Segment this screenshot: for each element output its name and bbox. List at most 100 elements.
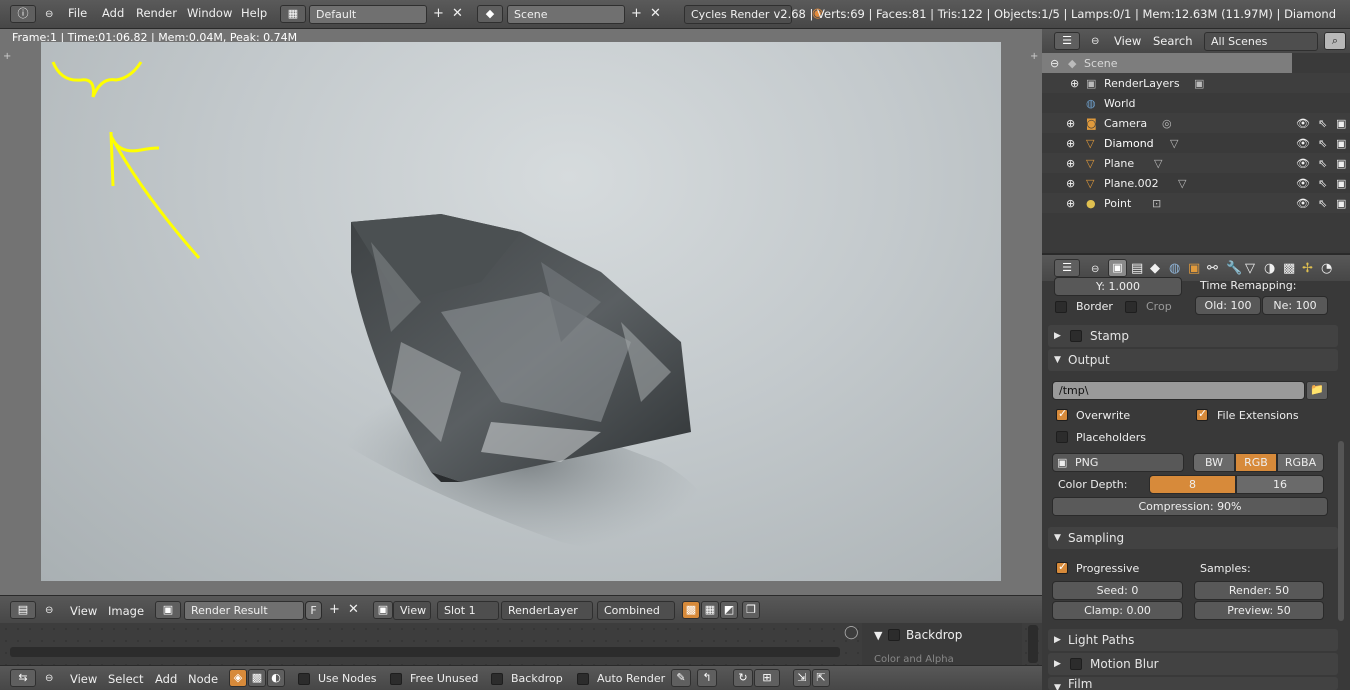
visibility-eye-icon[interactable]: 👁 xyxy=(1296,157,1310,170)
stamp-panel-header[interactable]: ▶ Stamp xyxy=(1048,325,1338,347)
outliner-row-scene[interactable]: ⊖ ◆ Scene xyxy=(1042,53,1292,73)
expand-icon[interactable]: ⊕ xyxy=(1066,137,1075,150)
menu-select[interactable]: Select xyxy=(108,672,143,686)
outliner-editor-icon[interactable]: ☰ xyxy=(1054,32,1080,50)
render-layer-select[interactable]: RenderLayer xyxy=(501,601,593,620)
menu-add[interactable]: Add xyxy=(102,6,124,20)
free-unused-checkbox[interactable] xyxy=(390,673,402,685)
color-rgb-button[interactable]: RGB xyxy=(1235,453,1277,472)
output-path-field[interactable]: /tmp\ xyxy=(1052,381,1305,400)
render-pass-select[interactable]: Combined xyxy=(597,601,675,620)
resolution-y-field[interactable]: Y: 1.000 xyxy=(1054,277,1182,296)
placeholders-checkbox[interactable] xyxy=(1056,431,1068,443)
border-checkbox[interactable] xyxy=(1055,301,1067,313)
delete-scene-icon[interactable]: ✕ xyxy=(650,7,661,20)
particles-tab-icon[interactable]: ✢ xyxy=(1302,262,1313,275)
file-extensions-checkbox[interactable] xyxy=(1196,407,1208,421)
expand-icon[interactable]: ⊕ xyxy=(1066,117,1075,130)
add-layout-icon[interactable]: + xyxy=(433,7,444,20)
color-alpha-icon[interactable]: ▩ xyxy=(682,601,700,619)
output-panel-header[interactable]: ▼ Output xyxy=(1048,349,1338,371)
scene-tab-icon[interactable]: ◆ xyxy=(1150,262,1160,275)
film-panel-header[interactable]: ▼ Film xyxy=(1048,677,1338,690)
visibility-eye-icon[interactable]: 👁 xyxy=(1296,117,1310,130)
menu-search[interactable]: Search xyxy=(1153,34,1193,48)
select-cursor-icon[interactable]: ⇖ xyxy=(1318,177,1327,190)
time-new-field[interactable]: Ne: 100 xyxy=(1262,296,1328,315)
menu-add[interactable]: Add xyxy=(155,672,177,686)
expand-icon[interactable]: ⊕ xyxy=(1066,157,1075,170)
display-mode-select[interactable]: All Scenes xyxy=(1204,32,1318,51)
collapse-menu-icon[interactable]: ⊖ xyxy=(1091,35,1099,48)
editor-type-icon[interactable]: ▤ xyxy=(10,601,36,619)
menu-node[interactable]: Node xyxy=(188,672,218,686)
backdrop-checkbox[interactable] xyxy=(491,673,503,685)
region-plus-icon[interactable]: + xyxy=(3,50,11,63)
menu-render[interactable]: Render xyxy=(136,6,177,20)
image-editor-viewport[interactable]: Frame:1 | Time:01:06.82 | Mem:0.04M, Pea… xyxy=(0,29,1042,595)
folder-browse-icon[interactable]: 📁 xyxy=(1306,381,1328,400)
vertical-scrollbar[interactable] xyxy=(1028,625,1038,663)
stamp-checkbox[interactable] xyxy=(1070,330,1082,342)
time-old-field[interactable]: Old: 100 xyxy=(1195,296,1261,315)
motion-blur-panel-header[interactable]: ▶ Motion Blur xyxy=(1048,653,1338,675)
shader-nodes-icon[interactable]: ◈ xyxy=(229,669,247,687)
modifiers-tab-icon[interactable]: 🔧 xyxy=(1226,262,1242,275)
visibility-eye-icon[interactable]: 👁 xyxy=(1296,137,1310,150)
render-tab-icon[interactable]: ▣ xyxy=(1108,259,1127,277)
select-cursor-icon[interactable]: ⇖ xyxy=(1318,137,1327,150)
depth-8-button[interactable]: 8 xyxy=(1149,475,1236,494)
view-mode-icon[interactable]: ▣ xyxy=(373,601,393,619)
object-tab-icon[interactable]: ▣ xyxy=(1188,262,1200,275)
color-bw-button[interactable]: BW xyxy=(1193,453,1235,472)
outliner-row-renderlayers[interactable]: ⊕ ▣ RenderLayers ▣ xyxy=(1042,73,1350,93)
image-browse-icon[interactable]: ▣ xyxy=(155,601,181,619)
alpha-icon[interactable]: ▦ xyxy=(701,601,719,619)
render-camera-icon[interactable]: ▣ xyxy=(1336,197,1346,210)
unlink-image-icon[interactable]: ✕ xyxy=(348,603,359,616)
screen-layout-field[interactable]: Default xyxy=(309,5,427,24)
crop-checkbox[interactable] xyxy=(1125,301,1137,313)
node-editor-area[interactable]: ◯ ▼ Backdrop Color and Alpha xyxy=(0,623,1042,665)
properties-editor-icon[interactable]: ☰ xyxy=(1054,259,1080,277)
slot-select[interactable]: Slot 1 xyxy=(437,601,499,620)
compression-slider[interactable]: Compression: 90% xyxy=(1052,497,1328,516)
search-icon[interactable]: ⌕ xyxy=(1324,32,1346,50)
new-image-icon[interactable]: + xyxy=(329,603,340,616)
visibility-eye-icon[interactable]: 👁 xyxy=(1296,197,1310,210)
collapse-menu-icon[interactable]: ⊖ xyxy=(45,672,53,685)
copy-icon[interactable]: ❐ xyxy=(742,601,760,619)
zbuffer-icon[interactable]: ◩ xyxy=(720,601,738,619)
select-cursor-icon[interactable]: ⇖ xyxy=(1318,117,1327,130)
clamp-field[interactable]: Clamp: 0.00 xyxy=(1052,601,1183,620)
menu-view[interactable]: View xyxy=(70,604,97,618)
image-name-field[interactable]: Render Result xyxy=(184,601,304,620)
light-paths-panel-header[interactable]: ▶ Light Paths xyxy=(1048,629,1338,651)
constraints-tab-icon[interactable]: ⚯ xyxy=(1207,262,1218,275)
fake-user-button[interactable]: F xyxy=(305,601,322,620)
collapse-icon[interactable]: ⊖ xyxy=(1050,57,1059,70)
menu-file[interactable]: File xyxy=(68,6,87,20)
view-dropdown[interactable]: View xyxy=(393,601,431,620)
snap-icon[interactable]: ↻ xyxy=(733,669,753,687)
backdrop-sidebar-checkbox[interactable] xyxy=(888,629,900,641)
scroll-knob-icon[interactable]: ◯ xyxy=(844,626,859,639)
expand-icon[interactable]: ⊕ xyxy=(1066,177,1075,190)
menu-view[interactable]: View xyxy=(1114,34,1141,48)
render-samples-field[interactable]: Render: 50 xyxy=(1194,581,1324,600)
menu-help[interactable]: Help xyxy=(241,6,267,20)
expand-icon[interactable]: ⊕ xyxy=(1066,197,1075,210)
add-scene-icon[interactable]: + xyxy=(631,7,642,20)
scene-field[interactable]: Scene xyxy=(507,5,625,24)
select-cursor-icon[interactable]: ⇖ xyxy=(1318,197,1327,210)
collapse-menu-icon[interactable]: ⊖ xyxy=(45,8,53,21)
collapse-menu-icon[interactable]: ⊖ xyxy=(45,604,53,617)
info-editor-icon[interactable]: ⓘ xyxy=(10,5,36,23)
region-plus-icon-right[interactable]: + xyxy=(1030,50,1038,63)
texture-nodes-icon[interactable]: ▩ xyxy=(248,669,266,687)
material-tab-icon[interactable]: ◑ xyxy=(1264,262,1275,275)
render-camera-icon[interactable]: ▣ xyxy=(1336,157,1346,170)
render-camera-icon[interactable]: ▣ xyxy=(1336,117,1346,130)
parent-tree-icon[interactable]: ↰ xyxy=(697,669,717,687)
select-cursor-icon[interactable]: ⇖ xyxy=(1318,157,1327,170)
